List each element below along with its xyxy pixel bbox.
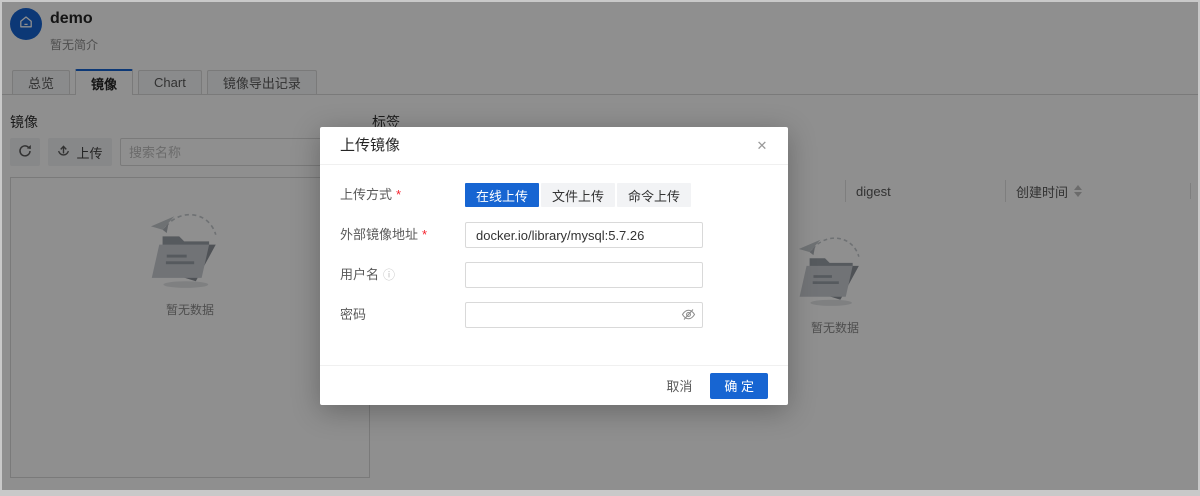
image-address-input[interactable] — [465, 222, 703, 248]
required-asterisk: * — [396, 182, 401, 208]
modal-title: 上传镜像 — [320, 127, 788, 165]
username-input[interactable] — [465, 262, 703, 288]
image-address-label: 外部镜像地址 * — [340, 222, 465, 248]
app-window: demo 暂无简介 总览 镜像 Chart 镜像导出记录 镜像 上传 — [2, 2, 1198, 490]
method-command-upload[interactable]: 命令上传 — [617, 183, 691, 207]
upload-method-label: 上传方式 * — [340, 182, 465, 208]
modal-footer: 取消 确 定 — [320, 365, 788, 405]
upload-method-row: 上传方式 * 在线上传 文件上传 命令上传 — [340, 182, 768, 208]
password-input[interactable] — [465, 302, 703, 328]
eye-invisible-icon[interactable] — [680, 308, 696, 322]
method-file-upload[interactable]: 文件上传 — [541, 183, 615, 207]
image-address-row: 外部镜像地址 * — [340, 222, 768, 248]
info-icon: ⓘ — [383, 262, 395, 288]
method-online-upload[interactable]: 在线上传 — [465, 183, 539, 207]
password-label: 密码 — [340, 302, 465, 328]
password-row: 密码 — [340, 302, 768, 328]
close-icon[interactable]: ✕ — [752, 136, 772, 156]
cancel-button[interactable]: 取消 — [662, 376, 696, 395]
required-asterisk: * — [422, 222, 427, 248]
username-row: 用户名 ⓘ — [340, 262, 768, 288]
upload-image-modal: 上传镜像 ✕ 上传方式 * 在线上传 文件上传 命令上传 外部镜像地址 * — [320, 127, 788, 405]
username-label: 用户名 ⓘ — [340, 262, 465, 288]
ok-button[interactable]: 确 定 — [710, 373, 768, 399]
upload-method-segmented: 在线上传 文件上传 命令上传 — [465, 183, 691, 208]
